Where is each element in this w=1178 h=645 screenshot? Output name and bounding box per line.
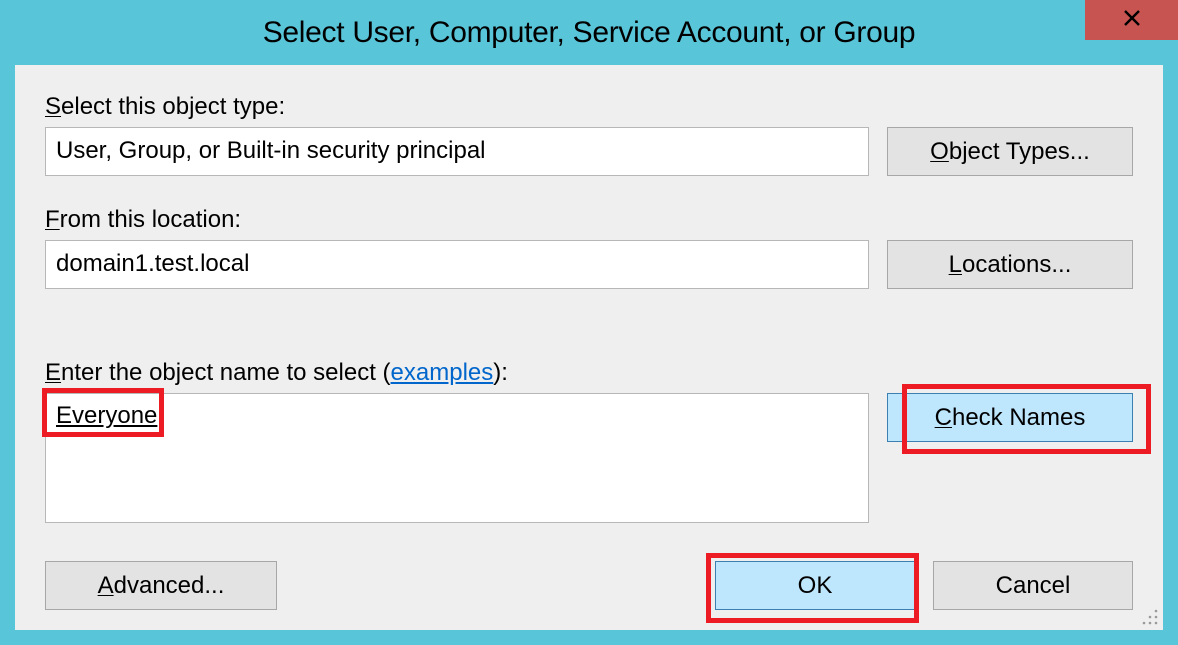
object-name-input[interactable]: Everyone: [45, 393, 869, 523]
locations-button[interactable]: Locations...: [887, 240, 1133, 289]
location-label: From this location:: [45, 206, 869, 234]
location-field: domain1.test.local: [45, 240, 869, 289]
check-names-button[interactable]: Check Names: [887, 393, 1133, 442]
dialog-window: Select User, Computer, Service Account, …: [0, 0, 1178, 645]
ok-button[interactable]: OK: [715, 561, 915, 610]
object-type-label: Select this object type:: [45, 93, 869, 121]
object-name-value: Everyone: [56, 402, 157, 429]
close-icon: [1123, 9, 1141, 32]
client-area: Select this object type: User, Group, or…: [15, 65, 1163, 630]
resize-grip-icon[interactable]: [1140, 607, 1160, 627]
close-button[interactable]: [1085, 0, 1178, 40]
examples-link[interactable]: examples: [391, 359, 494, 386]
cancel-button[interactable]: Cancel: [933, 561, 1133, 610]
object-type-field: User, Group, or Built-in security princi…: [45, 127, 869, 176]
object-name-label: Enter the object name to select (example…: [45, 359, 869, 387]
titlebar: Select User, Computer, Service Account, …: [0, 0, 1178, 65]
window-title: Select User, Computer, Service Account, …: [263, 16, 916, 50]
object-types-button[interactable]: Object Types...: [887, 127, 1133, 176]
